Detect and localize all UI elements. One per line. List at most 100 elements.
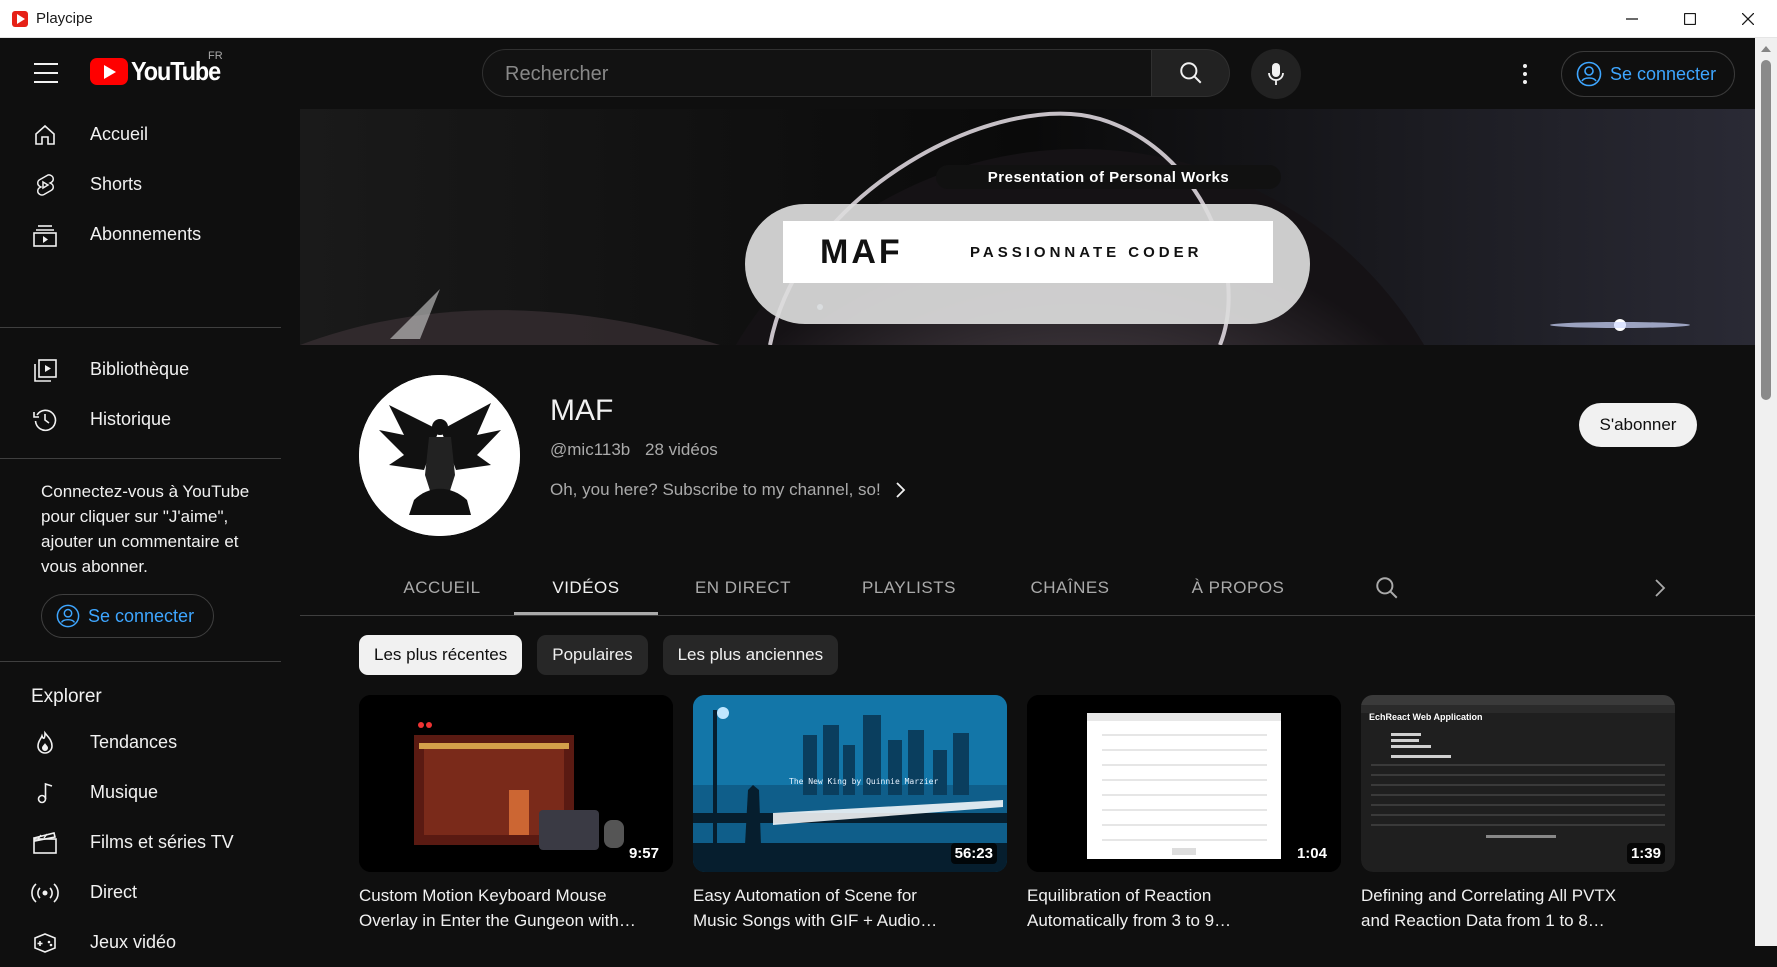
chevron-right-icon <box>895 481 907 499</box>
sidebar-divider <box>0 327 281 328</box>
sort-chips: Les plus récentes Populaires Les plus an… <box>359 635 839 675</box>
sidebar-item-shorts[interactable]: Shorts <box>0 159 281 209</box>
sidebar-divider <box>0 661 281 662</box>
chip-plus-anciennes[interactable]: Les plus anciennes <box>662 635 839 675</box>
app-icon <box>12 10 28 27</box>
sidebar-item-abonnements[interactable]: Abonnements <box>0 209 281 259</box>
banner-subtitle: PASSIONNATE CODER <box>970 243 1203 261</box>
sidebar-item-musique[interactable]: Musique <box>0 767 281 817</box>
thumbnail-text: EchReact Web Application <box>1369 712 1483 722</box>
video-duration: 1:39 <box>1626 843 1665 864</box>
video-title[interactable]: Easy Automation of Scene for Music Songs… <box>693 883 993 933</box>
video-title-line: Custom Motion Keyboard Mouse <box>359 886 607 905</box>
sidebar-item-historique[interactable]: Historique <box>0 394 281 444</box>
search-icon <box>1179 62 1201 84</box>
maximize-button[interactable] <box>1661 0 1719 38</box>
chip-populaires[interactable]: Populaires <box>537 635 648 675</box>
thumbnail-text: The New King by Quinnie Marzier <box>789 777 939 786</box>
video-title-line: Overlay in Enter the Gungeon with… <box>359 911 636 930</box>
window-titlebar: Playcipe <box>0 0 1777 38</box>
library-icon <box>31 356 59 384</box>
channel-description[interactable]: Oh, you here? Subscribe to my channel, s… <box>550 480 907 500</box>
sidebar-item-label: Shorts <box>90 173 143 194</box>
video-thumbnail[interactable]: 9:57 <box>359 695 673 872</box>
sidebar-item-tendances[interactable]: Tendances <box>0 717 281 767</box>
minimize-icon <box>1626 18 1638 20</box>
video-thumbnail[interactable]: EchReact Web Application 1:39 <box>1361 695 1675 872</box>
sidebar-item-jeux-video[interactable]: Jeux vidéo <box>0 917 281 967</box>
sidebar-item-label: Abonnements <box>90 223 202 244</box>
music-icon <box>31 779 59 807</box>
channel-avatar <box>359 375 520 536</box>
sidebar-item-direct[interactable]: Direct <box>0 867 281 917</box>
search-box <box>482 49 1152 98</box>
winged-figure-icon <box>359 375 520 536</box>
channel-handle: @mic113b <box>550 440 631 459</box>
sidebar-item-label: Accueil <box>90 123 149 144</box>
video-title[interactable]: Defining and Correlating All PVTX and Re… <box>1361 883 1661 933</box>
video-duration: 56:23 <box>950 843 997 864</box>
video-title-line: Easy Automation of Scene for <box>693 886 917 905</box>
tab-a-propos[interactable]: À PROPOS <box>1170 563 1306 613</box>
sidebar-item-label: Musique <box>90 781 159 802</box>
video-title-line: Automatically from 3 to 9… <box>1027 911 1232 930</box>
video-title[interactable]: Custom Motion Keyboard Mouse Overlay in … <box>359 883 659 933</box>
sidebar-item-films[interactable]: Films et séries TV <box>0 817 281 867</box>
video-title-line: and Reaction Data from 1 to 8… <box>1361 911 1605 930</box>
channel-name: MAF <box>550 394 614 427</box>
gaming-icon <box>31 929 59 957</box>
chevron-right-icon[interactable] <box>1654 577 1666 599</box>
tab-playlists[interactable]: PLAYLISTS <box>850 563 968 613</box>
scrollbar[interactable] <box>1755 38 1777 946</box>
channel-tabs: ACCUEIL VIDÉOS EN DIRECT PLAYLISTS CHAÎN… <box>300 563 1755 616</box>
search-button[interactable] <box>1152 49 1230 97</box>
tab-accueil[interactable]: ACCUEIL <box>382 563 502 613</box>
shorts-icon <box>31 171 59 199</box>
video-title-line: Equilibration of Reaction <box>1027 886 1212 905</box>
tab-chaines[interactable]: CHAÎNES <box>1015 563 1125 613</box>
scroll-up-icon[interactable] <box>1761 46 1771 52</box>
youtube-play-icon <box>90 58 128 85</box>
signin-button[interactable]: Se connecter <box>1561 51 1735 97</box>
more-options-icon[interactable] <box>1515 58 1535 90</box>
maximize-icon <box>1684 13 1696 25</box>
signin-label: Se connecter <box>88 605 195 626</box>
subscribe-button[interactable]: S'abonner <box>1579 403 1697 447</box>
microphone-icon <box>1268 63 1284 85</box>
video-thumbnail[interactable]: The New King by Quinnie Marzier 56:23 <box>693 695 1007 872</box>
sidebar-divider <box>0 458 281 459</box>
country-code: FR <box>208 50 223 62</box>
sidebar-item-bibliotheque[interactable]: Bibliothèque <box>0 344 281 394</box>
window-controls <box>1603 0 1777 38</box>
scrollbar-thumb[interactable] <box>1761 60 1771 400</box>
youtube-logo[interactable]: YouTube FR <box>90 50 230 87</box>
masthead: YouTube FR Se connecter <box>0 38 1755 109</box>
tab-videos[interactable]: VIDÉOS <box>514 563 658 615</box>
menu-icon[interactable] <box>31 60 61 86</box>
video-title[interactable]: Equilibration of Reaction Automatically … <box>1027 883 1327 933</box>
close-button[interactable] <box>1719 0 1777 38</box>
account-icon <box>56 604 80 628</box>
channel-meta: @mic113b 28 vidéos <box>550 440 718 460</box>
channel-description-text: Oh, you here? Subscribe to my channel, s… <box>550 480 881 499</box>
sidebar-item-label: Tendances <box>90 731 178 752</box>
signin-promo-text: Connectez-vous à YouTube pour cliquer su… <box>41 482 250 576</box>
tab-en-direct[interactable]: EN DIRECT <box>680 563 806 613</box>
video-count: 28 vidéos <box>645 440 718 459</box>
video-title-line: Music Songs with GIF + Audio… <box>693 911 938 930</box>
video-thumbnail[interactable]: 1:04 <box>1027 695 1341 872</box>
sidebar-signin-button[interactable]: Se connecter <box>41 594 214 638</box>
chip-plus-recentes[interactable]: Les plus récentes <box>359 635 523 675</box>
channel-banner: Presentation of Personal Works MAF PASSI… <box>300 109 1755 345</box>
subscriptions-icon <box>31 221 59 249</box>
sidebar-item-label: Bibliothèque <box>90 358 190 379</box>
sidebar-item-accueil[interactable]: Accueil <box>0 109 281 159</box>
search-input[interactable] <box>503 50 1127 98</box>
history-icon <box>31 406 59 434</box>
account-icon <box>1576 61 1602 87</box>
voice-search-button[interactable] <box>1251 49 1301 99</box>
channel-search-icon[interactable] <box>1374 575 1400 601</box>
close-icon <box>1742 13 1754 25</box>
minimize-button[interactable] <box>1603 0 1661 38</box>
video-duration: 1:04 <box>1292 843 1331 864</box>
